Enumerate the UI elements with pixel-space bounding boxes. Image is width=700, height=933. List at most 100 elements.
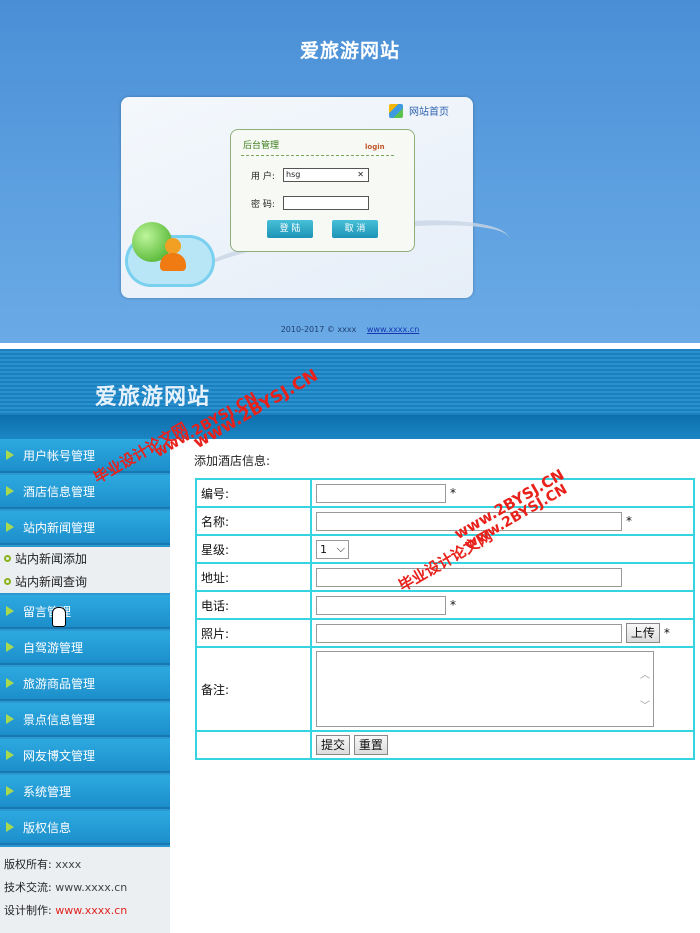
required-mark: * — [626, 514, 632, 528]
copyright-row: 版权所有: xxxx — [4, 853, 166, 876]
menu-label: 旅游商品管理 — [23, 676, 96, 691]
admin-header: 爱旅游网站 — [0, 349, 700, 415]
menu-messages[interactable]: 留言管理 — [0, 595, 170, 629]
arrow-icon — [6, 786, 14, 796]
username-value: hsg — [286, 170, 301, 179]
form-row-phone: 电话: * — [195, 590, 695, 620]
arrow-icon — [6, 486, 14, 496]
actions-cell: 提交 重置 — [310, 730, 695, 760]
login-screenshot: 爱旅游网站 网站首页 后台管理 login 用 户: hsg ✕ 密 码: 登 … — [0, 0, 700, 343]
password-input[interactable] — [283, 196, 369, 210]
field-cell — [310, 562, 695, 592]
menu-system[interactable]: 系统管理 — [0, 775, 170, 809]
admin-screenshot: 爱旅游网站 用户帐号管理 酒店信息管理 站内新闻管理 站内新闻添加 站内新闻查询… — [0, 349, 700, 933]
number-input[interactable] — [316, 483, 446, 503]
menu-hotel-info[interactable]: 酒店信息管理 — [0, 475, 170, 509]
submenu-news-query[interactable]: 站内新闻查询 — [0, 570, 170, 593]
field-label: 名称: — [195, 506, 312, 536]
login-button[interactable]: 登 陆 — [267, 220, 313, 238]
user-avatar-icon — [158, 238, 188, 272]
password-label: 密 码: — [251, 199, 275, 210]
username-label: 用 户: — [251, 171, 275, 182]
menu-scenic-spots[interactable]: 景点信息管理 — [0, 703, 170, 737]
hotel-form-table: 编号: * 名称: * 星级: 1 ⌵ 地址: 电话: * 照片: 上传 * 备… — [195, 478, 695, 760]
field-cell: ︿ ﹀ — [310, 646, 695, 732]
chevron-down-icon: ⌵ — [336, 542, 345, 555]
login-box: 后台管理 login 用 户: hsg ✕ 密 码: 登 陆 取 消 — [230, 129, 415, 252]
empty-cell — [195, 730, 312, 760]
submenu-label: 站内新闻添加 — [15, 552, 88, 566]
remark-textarea[interactable]: ︿ ﹀ — [316, 651, 654, 727]
login-site-title: 爱旅游网站 — [299, 40, 400, 62]
bullet-icon — [4, 555, 11, 562]
submenu-news-add[interactable]: 站内新闻添加 — [0, 547, 170, 570]
star-select[interactable]: 1 ⌵ — [316, 539, 349, 559]
arrow-icon — [6, 642, 14, 652]
submenu-label: 站内新闻查询 — [15, 575, 88, 589]
admin-site-title: 爱旅游网站 — [95, 384, 211, 410]
menu-label: 酒店信息管理 — [23, 484, 96, 499]
chevron-up-icon: ︿ — [640, 670, 650, 681]
required-mark: * — [450, 598, 456, 612]
field-label: 编号: — [195, 478, 312, 508]
field-label: 地址: — [195, 562, 312, 592]
username-row: 用 户: hsg ✕ — [251, 168, 369, 182]
form-row-name: 名称: * — [195, 506, 695, 536]
star-value: 1 — [320, 542, 327, 556]
home-link[interactable]: 网站首页 — [389, 103, 449, 118]
menu-label: 版权信息 — [23, 820, 72, 835]
arrow-icon — [6, 822, 14, 832]
textarea-scrollbar[interactable]: ︿ ﹀ — [639, 652, 651, 726]
required-mark: * — [663, 626, 670, 640]
username-input[interactable]: hsg ✕ — [283, 168, 369, 182]
menu-label: 用户帐号管理 — [23, 448, 96, 463]
menu-travel-goods[interactable]: 旅游商品管理 — [0, 667, 170, 701]
field-label: 备注: — [195, 646, 312, 732]
copyright-label: 版权所有: — [4, 858, 52, 871]
menu-label: 景点信息管理 — [23, 712, 96, 727]
design-row: 设计制作: www.xxxx.cn — [4, 899, 166, 922]
news-submenu: 站内新闻添加 站内新闻查询 — [0, 547, 170, 593]
submit-button[interactable]: 提交 — [316, 735, 351, 755]
field-label: 电话: — [195, 590, 312, 620]
tech-label: 技术交流: — [4, 881, 52, 894]
cube-icon — [389, 103, 403, 118]
chevron-down-icon: ﹀ — [640, 701, 650, 712]
field-cell: 上传 * — [310, 618, 695, 648]
menu-copyright[interactable]: 版权信息 — [0, 811, 170, 845]
page-title: 添加酒店信息: — [194, 454, 271, 468]
cancel-button[interactable]: 取 消 — [332, 220, 378, 238]
dashed-divider — [241, 155, 394, 156]
sidebar: 用户帐号管理 酒店信息管理 站内新闻管理 站内新闻添加 站内新闻查询 留言管理 … — [0, 439, 170, 933]
tech-value[interactable]: www.xxxx.cn — [55, 881, 127, 894]
login-box-subtitle: login — [365, 143, 385, 151]
arrow-icon — [6, 714, 14, 724]
arrow-icon — [6, 606, 14, 616]
arrow-icon — [6, 750, 14, 760]
menu-label: 系统管理 — [23, 784, 72, 799]
footer-copyright: 2010-2017 © xxxx — [280, 325, 357, 334]
menu-label: 网友博文管理 — [23, 748, 96, 763]
reset-button[interactable]: 重置 — [353, 735, 388, 755]
form-row-remark: 备注: ︿ ﹀ — [195, 646, 695, 732]
phone-input[interactable] — [316, 595, 446, 615]
footer-link[interactable]: www.xxxx.cn — [367, 325, 419, 334]
form-row-actions: 提交 重置 — [195, 730, 695, 760]
clear-icon[interactable]: ✕ — [357, 169, 364, 181]
main-content: 添加酒店信息: 编号: * 名称: * 星级: 1 ⌵ 地址: 电话: * 照片… — [186, 439, 700, 933]
menu-news[interactable]: 站内新闻管理 — [0, 511, 170, 545]
menu-self-drive[interactable]: 自驾游管理 — [0, 631, 170, 665]
menu-label: 自驾游管理 — [23, 640, 84, 655]
upload-button[interactable]: 上传 — [625, 623, 660, 643]
design-value[interactable]: www.xxxx.cn — [55, 904, 127, 917]
field-cell: 1 ⌵ — [310, 534, 695, 564]
menu-blogs[interactable]: 网友博文管理 — [0, 739, 170, 773]
arrow-icon — [6, 522, 14, 532]
home-link-label: 网站首页 — [409, 107, 449, 118]
menu-label: 站内新闻管理 — [23, 520, 96, 535]
photo-input[interactable] — [316, 623, 622, 643]
arrow-icon — [6, 450, 14, 460]
address-input[interactable] — [316, 567, 622, 587]
login-box-title: 后台管理 — [243, 141, 280, 151]
required-mark: * — [450, 486, 456, 500]
